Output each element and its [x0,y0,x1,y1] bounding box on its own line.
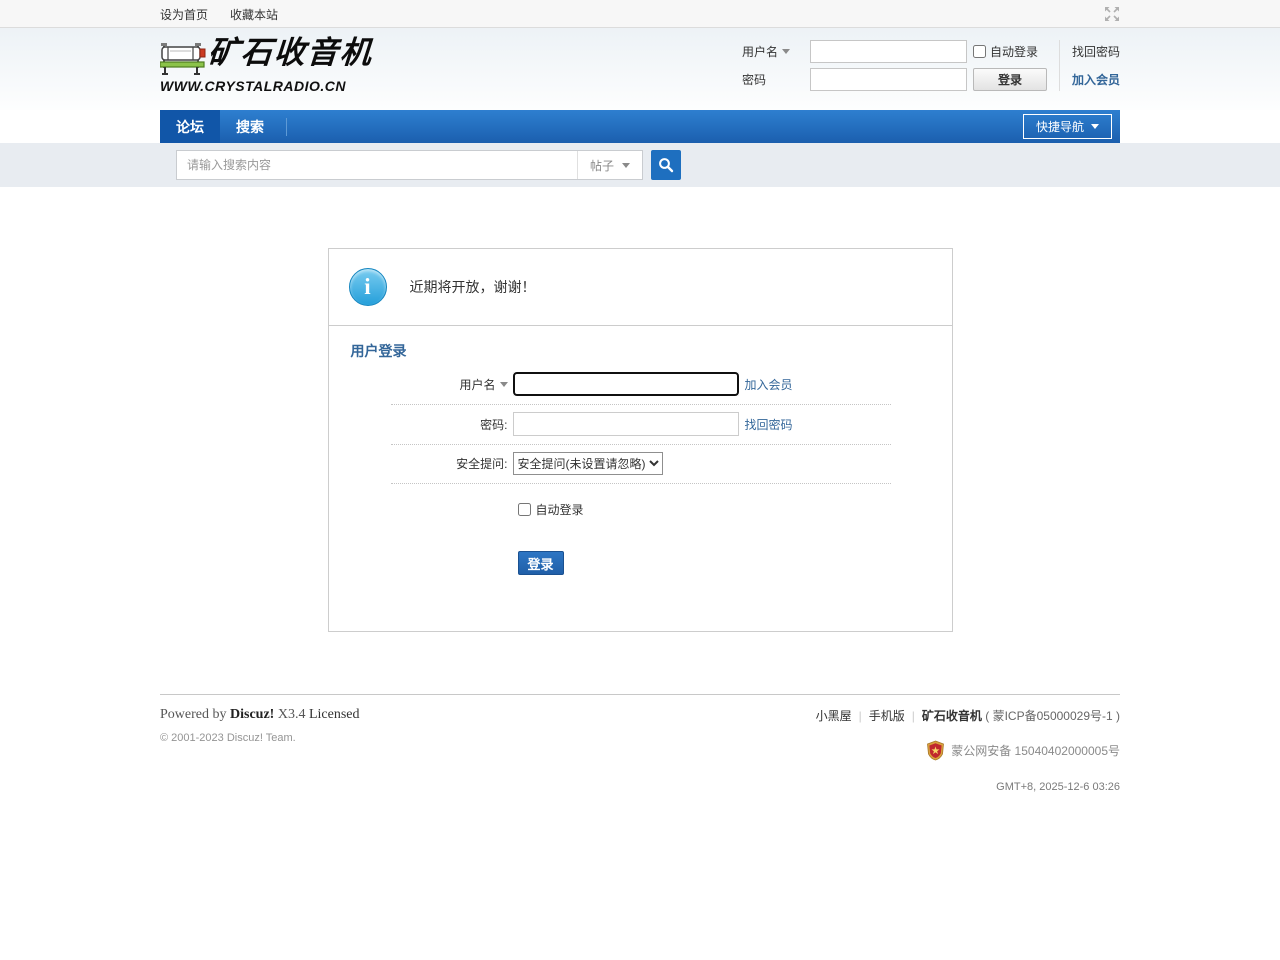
notice-message: 近期将开放，谢谢！ [410,277,536,297]
autologin-checkbox[interactable] [518,503,531,516]
icp-number: ( 蒙ICP备05000029号-1 ) [985,709,1120,723]
password-input[interactable] [513,412,739,436]
powered-by: Powered by Discuz! X3.4 Licensed [160,707,359,723]
nav-divider [286,118,287,136]
discuz-brand[interactable]: Discuz! [230,707,274,722]
header-autologin-checkbox-label[interactable]: 自动登录 [973,43,1038,60]
login-submit-button[interactable]: 登录 [518,551,564,575]
site-title: 矿石收音机 [207,36,374,70]
set-home-link[interactable]: 设为首页 [160,6,208,23]
password-label: 密码: [391,416,513,433]
fullscreen-icon[interactable] [1104,6,1120,22]
search-box: 帖子 [176,150,643,180]
caret-down-icon [1091,124,1099,129]
autologin-checkbox-label[interactable]: 自动登录 [518,491,584,520]
login-form-title: 用户登录 [351,341,952,361]
footer-links: 小黑屋 | 手机版 | 矿石收音机 ( 蒙ICP备05000029号-1 ) [816,707,1120,724]
header-autologin-checkbox[interactable] [973,45,986,58]
notice-row: i 近期将开放，谢谢！ [329,249,952,325]
site-url: WWW.CRYSTALRADIO.CN [160,78,373,94]
public-security-beian[interactable]: 蒙公网安备 15040402000005号 [816,740,1120,761]
security-question-row: 安全提问: 安全提问(未设置请忽略) [391,445,891,484]
divider: | [912,709,915,723]
nav-item-forum[interactable]: 论坛 [160,110,220,143]
darkroom-link[interactable]: 小黑屋 [816,709,852,723]
mobile-link[interactable]: 手机版 [869,709,905,723]
header-username-input[interactable] [810,40,967,63]
beian-number: 蒙公网安备 15040402000005号 [951,742,1120,759]
magnifier-icon [658,157,674,173]
username-label[interactable]: 用户名 [391,376,513,393]
topbar: 设为首页 收藏本站 [0,0,1280,28]
header-password-label: 密码 [742,71,804,88]
username-input[interactable] [513,372,739,396]
security-question-select[interactable]: 安全提问(未设置请忽略) [513,452,663,475]
header-lost-password-link[interactable]: 找回密码 [1072,43,1120,60]
search-scope-dropdown[interactable]: 帖子 [577,151,642,179]
licensed-link[interactable]: Licensed [309,707,360,722]
header: 矿石收音机 WWW.CRYSTALRADIO.CN 用户名 密码 [0,28,1280,110]
info-icon: i [349,268,387,306]
copyright: © 2001-2023 Discuz! Team. [160,732,359,744]
caret-down-icon [622,163,630,168]
main-nav: 论坛 搜索 快捷导航 [0,110,1280,143]
username-row: 用户名 加入会员 [391,365,891,405]
timezone-timestamp: GMT+8, 2025-12-6 03:26 [816,781,1120,793]
header-login-panel: 用户名 密码 自动登录 [742,28,1120,110]
password-row: 密码: 找回密码 [391,405,891,445]
header-login-button[interactable]: 登录 [973,68,1047,91]
search-input[interactable] [177,151,577,179]
divider [329,325,952,326]
divider: | [859,709,862,723]
crystal-radio-icon [160,36,206,76]
search-strip: 帖子 [0,143,1280,187]
footer-site-name-link[interactable]: 矿石收音机 [922,709,982,723]
caret-down-icon [500,382,508,387]
caret-down-icon [782,49,790,54]
site-logo[interactable]: 矿石收音机 WWW.CRYSTALRADIO.CN [160,28,373,110]
footer: Powered by Discuz! X3.4 Licensed © 2001-… [0,694,1280,793]
login-panel: i 近期将开放，谢谢！ 用户登录 用户名 加入会员 密码: 找回密码 安全提问: [328,248,953,632]
register-link[interactable]: 加入会员 [745,376,793,393]
lost-password-link[interactable]: 找回密码 [745,416,793,433]
autologin-row: 自动登录 [391,484,891,528]
header-username-label[interactable]: 用户名 [742,43,804,60]
search-button[interactable] [651,150,681,180]
nav-item-search[interactable]: 搜索 [220,110,280,143]
security-question-label: 安全提问: [391,455,513,472]
quick-nav-button[interactable]: 快捷导航 [1023,114,1112,139]
police-badge-icon [926,740,945,761]
header-register-link[interactable]: 加入会员 [1072,71,1120,88]
login-form: 用户名 加入会员 密码: 找回密码 安全提问: 安全提问(未设置请忽略) [329,365,952,631]
header-password-input[interactable] [810,68,967,91]
submit-row: 登录 [391,528,891,583]
bookmark-link[interactable]: 收藏本站 [230,6,278,23]
